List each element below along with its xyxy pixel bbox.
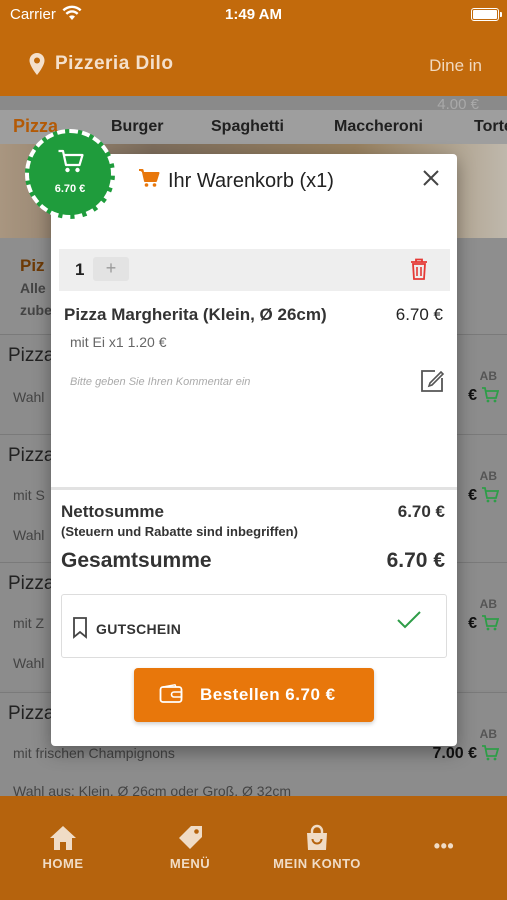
quantity-value: 1 [75,260,85,279]
item-desc: Wahl [13,389,45,405]
checkmark-icon[interactable] [396,609,422,636]
cart-icon [57,149,85,180]
category-tab-spaghetti[interactable]: Spaghetti [211,118,284,136]
item-desc: mit Z [13,615,45,631]
tab-account-label: MEIN KONTO [273,856,361,871]
category-info-line: Alle [20,280,46,296]
item-price: € [468,615,477,632]
item-desc: mit frischen Champignons [13,745,175,761]
price-prefix: AB [479,469,497,483]
status-bar: Carrier 1:49 AM [0,0,507,30]
price-prefix: AB [479,369,497,383]
voucher-label: GUTSCHEIN [96,621,182,637]
tab-home-label: HOME [42,856,84,871]
tab-more[interactable]: ••• [384,836,504,857]
cart-item-extra: mit Ei x1 1.20 € [70,334,167,350]
tab-menu[interactable]: MENÜ [130,824,250,871]
item-name: Pizza [8,703,55,724]
item-desc: Wahl [13,655,45,671]
category-tab-burger[interactable]: Burger [111,118,163,136]
location-pin-icon[interactable] [28,52,46,81]
comment-placeholder[interactable]: Bitte geben Sie Ihren Kommentar ein [70,376,250,388]
dine-mode-label[interactable]: Dine in [429,56,482,76]
cart-title: Ihr Warenkorb (x1) [168,170,334,192]
add-to-cart-icon[interactable] [481,387,500,408]
quantity-row: 1 + [59,249,450,291]
net-total-label: Nettosumme [61,502,164,521]
grand-total-label: Gesamtsumme [61,549,212,572]
item-price: € [468,387,477,404]
category-tab-maccheroni[interactable]: Maccheroni [334,118,423,136]
cart-badge[interactable]: 6.70 € [25,129,115,219]
net-total-value: 6.70 € [397,502,445,521]
trash-icon[interactable] [410,258,428,285]
more-icon: ••• [433,836,455,856]
cart-modal: Ihr Warenkorb (x1) 1 + Pizza Margherita … [51,154,457,746]
bookmark-icon [72,617,88,644]
cart-badge-amount: 6.70 € [54,183,86,195]
store-name[interactable]: Pizzeria Dilo [55,53,173,75]
item-name: Pizza [8,345,55,366]
divider [51,487,457,490]
cart-item-price: 6.70 € [395,305,443,324]
order-button[interactable]: Bestellen 6.70 € [134,668,374,722]
category-info-title: Piz [20,256,45,275]
tag-icon [179,826,202,849]
add-to-cart-icon[interactable] [481,487,500,508]
tab-menu-label: MENÜ [169,856,211,871]
item-name: Pizza [8,573,55,594]
bottom-tab-bar: HOME MENÜ MEIN KONTO ••• [0,796,507,900]
cart-item-name: Pizza Margherita (Klein, Ø 26cm) [64,305,327,324]
order-button-label: Bestellen 6.70 € [200,685,336,704]
battery-icon [471,8,502,21]
tab-home[interactable]: HOME [3,824,123,871]
price-prefix: AB [479,597,497,611]
app-header: Pizzeria Dilo Dine in [0,30,507,96]
voucher-field[interactable]: GUTSCHEIN [61,594,447,658]
tab-account[interactable]: MEIN KONTO [257,824,377,871]
wallet-icon [159,684,183,709]
category-info-line: zube [20,302,52,318]
item-desc: Wahl aus: Klein, Ø 26cm oder Groß, Ø 32c… [13,783,292,796]
item-price: 7.00 € [432,745,477,762]
home-icon [50,826,76,850]
grand-total-value: 6.70 € [386,549,445,572]
shopping-bag-icon [307,824,327,850]
item-desc: mit S [13,487,45,503]
tax-note: (Steuern und Rabatte sind inbegriffen) [61,524,298,539]
increment-button[interactable]: + [93,257,129,281]
add-to-cart-icon[interactable] [481,745,500,766]
cart-icon [138,168,160,193]
close-icon[interactable] [419,166,443,190]
price-prefix: AB [479,727,497,741]
add-to-cart-icon[interactable] [481,615,500,636]
item-price: € [468,487,477,504]
edit-comment-icon[interactable] [419,368,445,399]
category-tab-torte[interactable]: Torte [474,118,507,136]
clock: 1:49 AM [225,6,282,23]
item-desc: Wahl [13,527,45,543]
item-name: Pizza [8,445,55,466]
